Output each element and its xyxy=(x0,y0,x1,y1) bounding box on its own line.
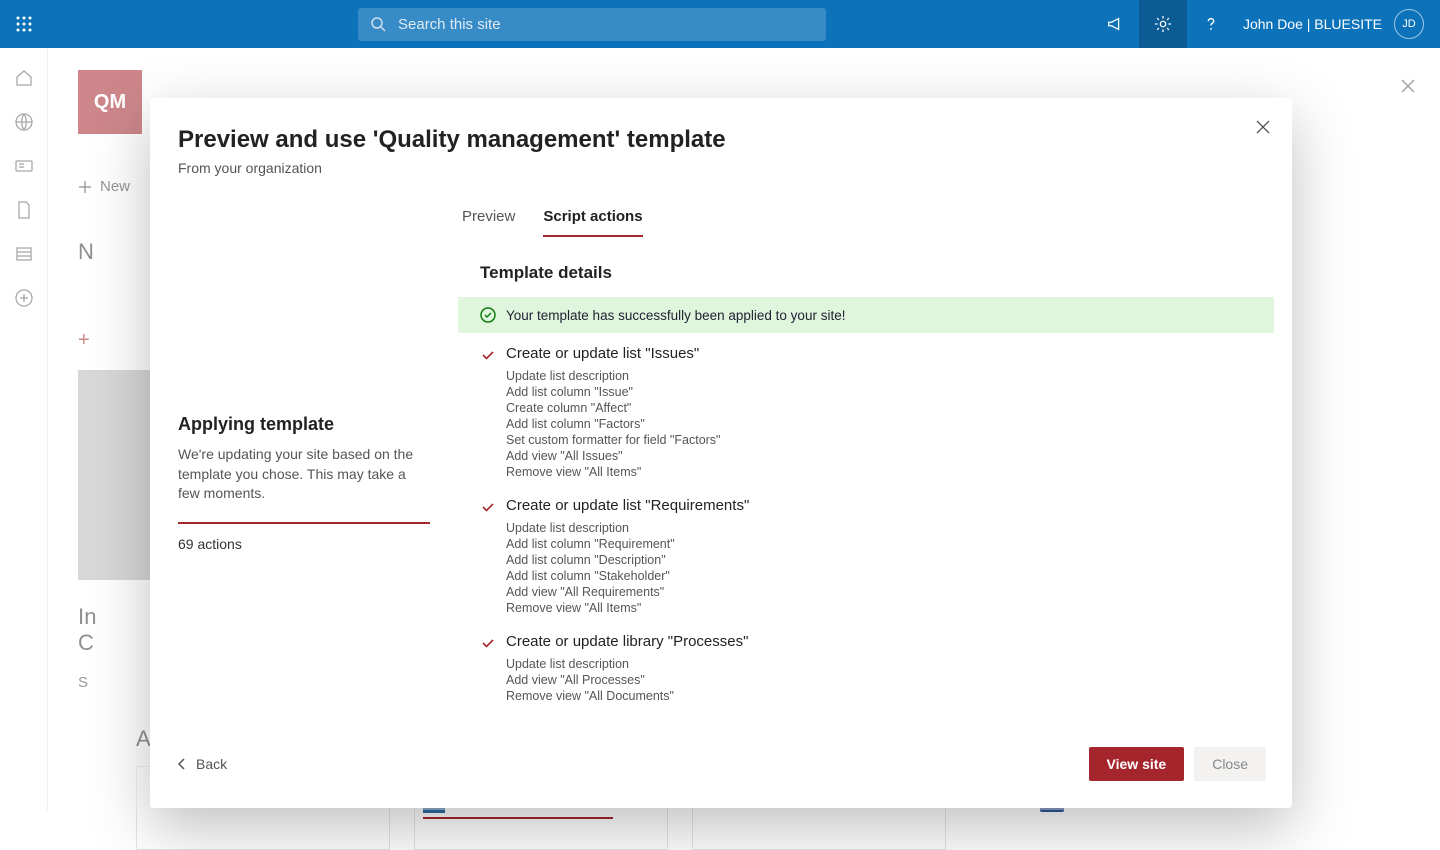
details-title: Template details xyxy=(458,257,1274,297)
applying-heading: Applying template xyxy=(178,414,430,435)
action-sub-item: Add view "All Issues" xyxy=(506,449,1252,463)
success-text: Your template has successfully been appl… xyxy=(506,308,845,323)
close-button[interactable]: Close xyxy=(1194,747,1266,781)
action-sub-item: Remove view "All Documents" xyxy=(506,689,1252,703)
suite-bar: Search this site John Doe | BLUESITE JD xyxy=(0,0,1440,48)
check-icon xyxy=(480,347,496,363)
check-icon xyxy=(480,499,496,515)
success-banner: Your template has successfully been appl… xyxy=(458,297,1274,333)
search-icon xyxy=(370,16,386,32)
view-site-button[interactable]: View site xyxy=(1089,747,1185,781)
back-button[interactable]: Back xyxy=(176,756,227,772)
action-sub-item: Add list column "Stakeholder" xyxy=(506,569,1252,583)
action-sub-item: Add list column "Description" xyxy=(506,553,1252,567)
action-title: Create or update list "Requirements" xyxy=(506,497,749,514)
modal-title: Preview and use 'Quality management' tem… xyxy=(178,126,1264,154)
action-sub-item: Set custom formatter for field "Factors" xyxy=(506,433,1252,447)
action-sub-item: Add list column "Issue" xyxy=(506,385,1252,399)
action-sub-item: Update list description xyxy=(506,369,1252,383)
tabs: Preview Script actions xyxy=(458,204,1292,237)
settings-icon[interactable] xyxy=(1139,0,1187,48)
action-sub-item: Update list description xyxy=(506,657,1252,671)
modal-subtitle: From your organization xyxy=(178,160,1264,176)
search-wrap: Search this site xyxy=(358,8,826,41)
action-title: Create or update library "Processes" xyxy=(506,633,748,650)
action-sub-item: Create column "Affect" xyxy=(506,401,1252,415)
action-sub-item: Add view "All Requirements" xyxy=(506,585,1252,599)
actions-count: 69 actions xyxy=(178,536,430,552)
megaphone-icon[interactable] xyxy=(1091,0,1139,48)
search-placeholder: Search this site xyxy=(398,16,501,33)
details-scroll[interactable]: Template details Your template has succe… xyxy=(458,257,1292,740)
action-sub-item: Remove view "All Items" xyxy=(506,465,1252,479)
close-icon[interactable] xyxy=(1256,120,1270,134)
action-sub-item: Add list column "Factors" xyxy=(506,417,1252,431)
user-label: John Doe | BLUESITE xyxy=(1243,16,1382,32)
search-input[interactable]: Search this site xyxy=(358,8,826,41)
avatar: JD xyxy=(1394,9,1424,39)
check-circle-icon xyxy=(480,307,496,323)
action-block: Create or update library "Processes" Upda… xyxy=(458,621,1274,709)
action-block: Create or update list "Requirements" Upda… xyxy=(458,485,1274,621)
progress-bar xyxy=(178,522,430,524)
template-modal: Preview and use 'Quality management' tem… xyxy=(150,98,1292,808)
help-icon[interactable] xyxy=(1187,0,1235,48)
action-sub-item: Add list column "Requirement" xyxy=(506,537,1252,551)
user-area[interactable]: John Doe | BLUESITE JD xyxy=(1235,9,1440,39)
action-sub-item: Update list description xyxy=(506,521,1252,535)
action-sub-item: Add view "All Processes" xyxy=(506,673,1252,687)
modal-left-pane: Applying template We're updating your si… xyxy=(178,204,458,740)
chevron-left-icon xyxy=(176,758,188,770)
tab-script-actions[interactable]: Script actions xyxy=(543,204,642,237)
action-block: Create or update list "Issues" Update lis… xyxy=(458,333,1274,485)
check-icon xyxy=(480,635,496,651)
action-title: Create or update list "Issues" xyxy=(506,345,699,362)
tab-preview[interactable]: Preview xyxy=(462,204,515,237)
applying-text: We're updating your site based on the te… xyxy=(178,445,430,504)
action-sub-item: Remove view "All Items" xyxy=(506,601,1252,615)
app-launcher-icon[interactable] xyxy=(0,0,48,48)
